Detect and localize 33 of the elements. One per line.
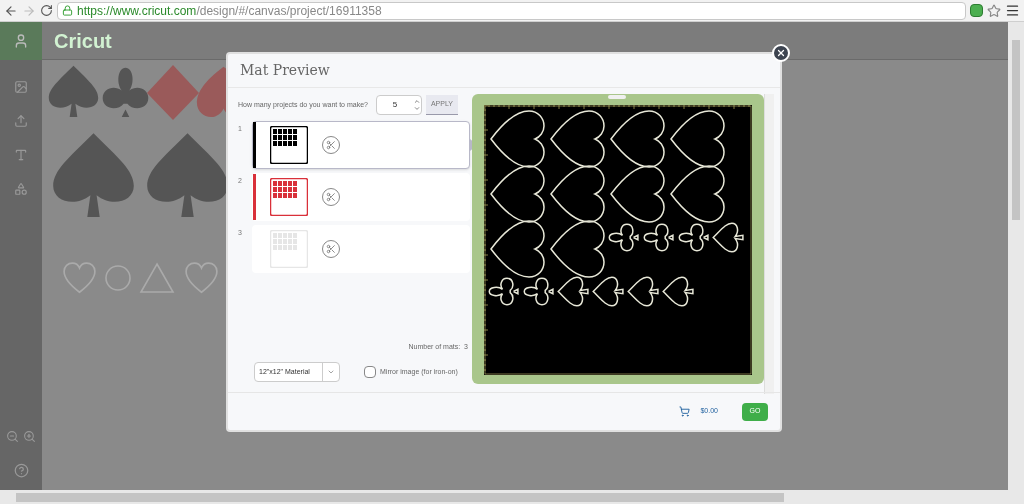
user-icon[interactable] <box>13 33 29 49</box>
increment-icon[interactable] <box>412 98 421 105</box>
vertical-scrollbar[interactable] <box>1008 22 1024 490</box>
mat-tab-icon <box>608 95 626 99</box>
lock-icon <box>62 5 73 16</box>
shapes-icon[interactable] <box>14 182 28 196</box>
cart-icon[interactable] <box>679 406 691 417</box>
mirror-checkbox[interactable] <box>364 366 376 378</box>
dialog-scrollbar[interactable] <box>764 94 774 394</box>
dialog-title: Mat Preview <box>240 61 330 80</box>
mat-card[interactable] <box>252 121 470 169</box>
horizontal-scrollbar[interactable] <box>0 490 1024 504</box>
dropdown-caret-icon[interactable] <box>327 368 335 376</box>
app-logo: Cricut <box>54 28 112 54</box>
close-icon[interactable] <box>776 48 786 58</box>
bookmark-star-icon[interactable] <box>987 3 1001 18</box>
upload-icon[interactable] <box>14 114 28 128</box>
help-icon[interactable] <box>13 463 29 478</box>
decrement-icon[interactable] <box>412 105 421 112</box>
mat-color-bar <box>253 174 256 220</box>
zoom-in-icon[interactable] <box>23 430 36 443</box>
back-icon[interactable] <box>4 3 18 18</box>
menu-icon[interactable] <box>1005 3 1020 18</box>
quantity-field[interactable]: 5 <box>375 95 422 115</box>
reload-icon[interactable] <box>40 4 53 17</box>
extension-icon[interactable] <box>970 4 983 17</box>
image-icon[interactable] <box>14 80 28 94</box>
url-text: https://www.cricut.com/design/#/canvas/project/16911358 <box>77 2 382 20</box>
address-bar[interactable]: https://www.cricut.com/design/#/canvas/project/16911358 <box>57 1 966 20</box>
text-icon[interactable] <box>14 148 28 162</box>
close-button[interactable] <box>772 44 790 62</box>
mat-color-bar <box>253 122 256 168</box>
zoom-out-icon[interactable] <box>6 430 19 443</box>
